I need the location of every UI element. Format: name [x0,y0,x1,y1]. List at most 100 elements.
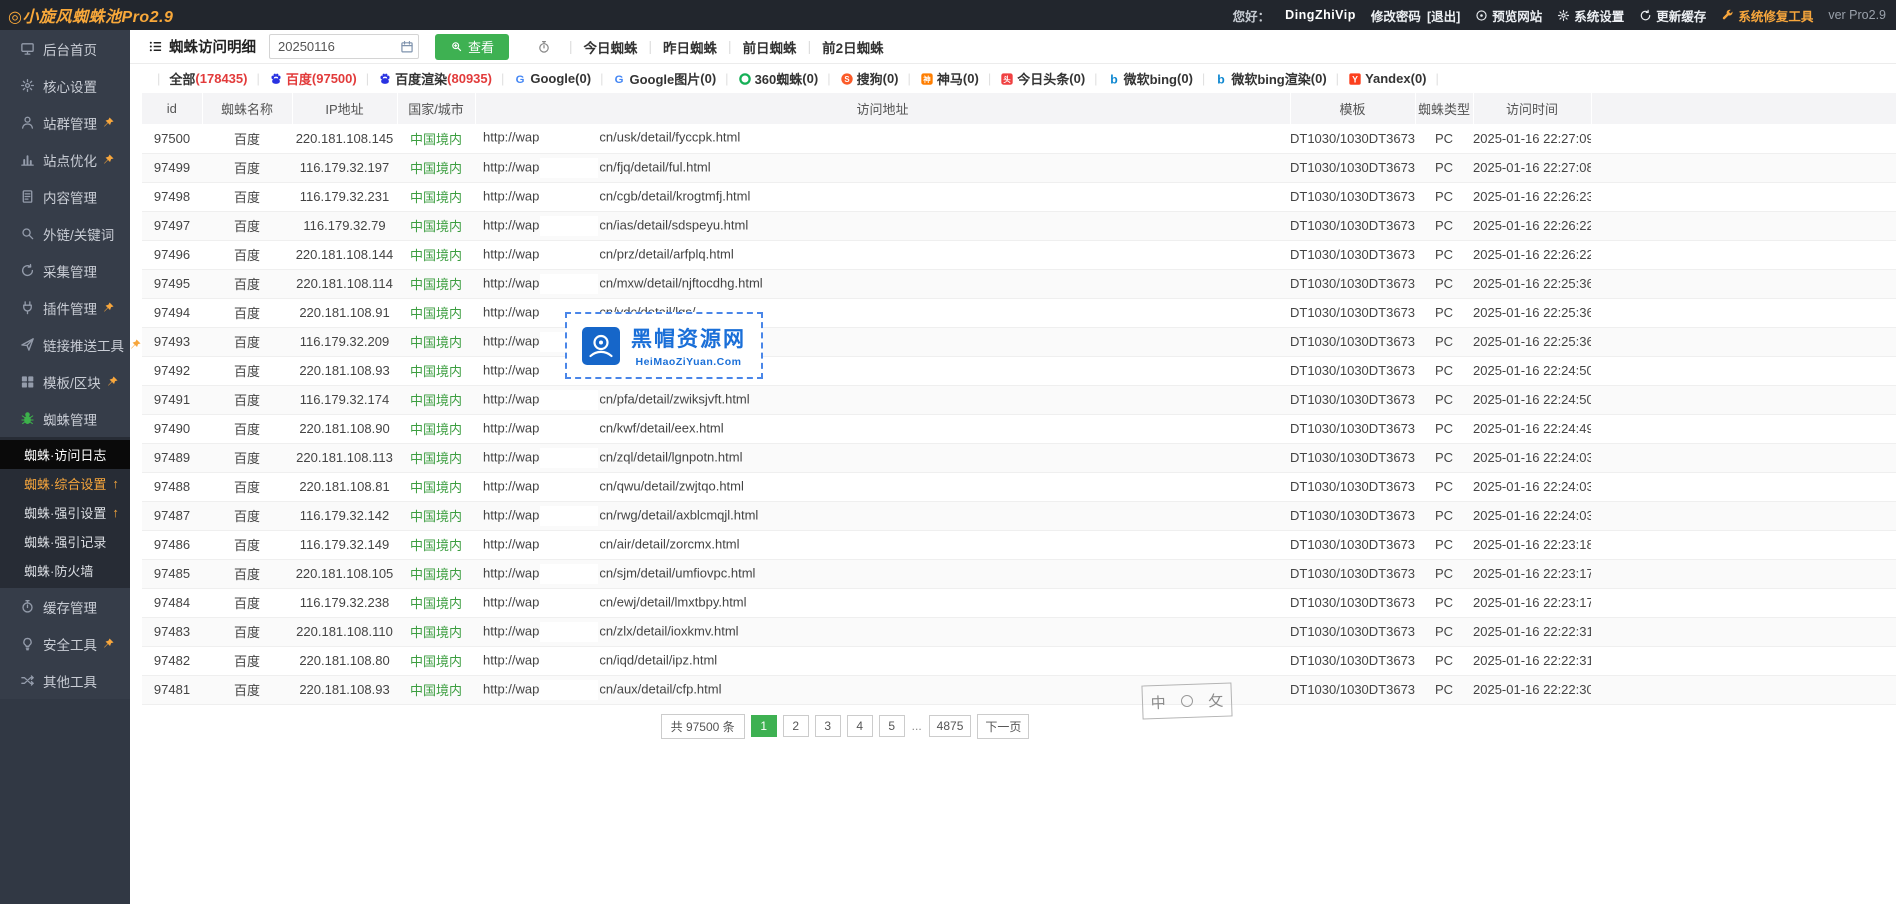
date-input[interactable] [269,34,419,59]
sidebar-item[interactable]: 外链/关键词 [0,215,130,252]
sidebar-item-label: 内容管理 [43,187,97,207]
sidebar-item[interactable]: 后台首页 [0,30,130,67]
filter-tab[interactable]: b 微软bing渲染 0 [1193,69,1327,88]
cell-filler [1591,617,1896,646]
toolbar: 蜘蛛访问明细 查看 今日蜘蛛 昨日蜘蛛 前日蜘蛛 前2日蜘蛛 [130,30,1896,64]
url-path: cn/qwu/detail/zwjtqo.html [599,478,744,493]
logout-link[interactable]: [退出] [1427,6,1460,25]
sidebar-item[interactable]: 模板/区块 [0,363,130,400]
cell-spider-type: PC [1415,530,1473,559]
page-button[interactable]: 2 [783,715,809,737]
refresh-icon [1639,9,1652,22]
list-icon [148,39,163,54]
sidebar-item[interactable]: 链接推送工具 [0,326,130,363]
url-prefix: http://wap [483,478,539,493]
sidebar-subitem[interactable]: 蜘蛛·访问日志 [0,440,130,469]
page-button[interactable]: 5 [879,715,905,737]
col-header-type: 蜘蛛类型 [1415,93,1473,124]
cell-visit-time: 2025-01-16 22:25:36 [1473,269,1591,298]
cell-template: DT1030/1030DT3673 [1290,153,1415,182]
sidebar-subitem[interactable]: 蜘蛛·综合设置 ↑ [0,469,130,498]
url-prefix: http://wap [483,304,539,319]
cell-id: 97489 [142,443,202,472]
svg-text:S: S [844,75,849,84]
cell-region: 中国境内 [397,588,475,617]
filter-tab[interactable]: 神 神马 0 [899,69,979,88]
svg-text:b: b [1218,72,1225,86]
sidebar-item[interactable]: 内容管理 [0,178,130,215]
filter-tab[interactable]: 百度渲染 80935 [357,69,492,88]
cell-spider-name: 百度 [202,240,292,269]
url-path: cn/kwf/detail/eex.html [599,420,723,435]
topbar-link-label: 预览网站 [1492,6,1542,25]
filter-count: 178435 [195,71,247,86]
filter-tab[interactable]: G Google 0 [492,71,591,86]
monitor-icon [20,41,35,56]
sidebar-item[interactable]: 蜘蛛管理 [0,400,130,437]
topbar-link[interactable]: 系统设置 [1557,6,1624,25]
filter-tab[interactable]: 360蜘蛛 0 [716,69,818,88]
cell-region: 中国境内 [397,646,475,675]
wrench-icon [1721,9,1734,22]
cell-region: 中国境内 [397,298,475,327]
table-row: 97484 百度 116.179.32.238 中国境内 http://wapc… [142,588,1896,617]
cell-visit-time: 2025-01-16 22:25:36 [1473,327,1591,356]
cell-id: 97493 [142,327,202,356]
filter-tab[interactable]: 头 今日头条 0 [979,69,1085,88]
topbar-link[interactable]: 预览网站 [1475,6,1542,25]
topbar-link[interactable]: 系统修复工具 [1721,6,1813,25]
table-row: 97497 百度 116.179.32.79 中国境内 http://wapcn… [142,211,1896,240]
cell-ip: 116.179.32.174 [292,385,397,414]
quick-link[interactable]: 前日蜘蛛 [717,37,797,57]
filter-tab[interactable]: S 搜狗 0 [818,69,898,88]
sidebar-item[interactable]: 缓存管理 [0,588,130,625]
sidebar-item[interactable]: 站群管理 [0,104,130,141]
next-page-button[interactable]: 下一页 [977,714,1029,739]
svg-text:G: G [615,73,624,85]
page-button[interactable]: 3 [815,715,841,737]
filter-count: 80935 [447,71,492,86]
preview-icon [1475,9,1488,22]
sidebar-subitem[interactable]: 蜘蛛·防火墙 [0,556,130,585]
filter-tab[interactable]: 全部 178435 [148,69,247,88]
cell-template: DT1030/1030DT3673 [1290,443,1415,472]
cell-visit-time: 2025-01-16 22:25:36 [1473,298,1591,327]
sidebar-item[interactable]: 插件管理 [0,289,130,326]
quick-link[interactable]: 今日蜘蛛 [558,37,638,57]
censored-domain-box [540,419,598,439]
filter-tab[interactable]: Y Yandex 0 [1327,71,1439,86]
spider-filter-bar: 全部 178435 百度 97500 百度渲染 80935 G Google 0… [130,64,1896,93]
quick-link[interactable]: 前2日蜘蛛 [797,37,884,57]
sidebar-item[interactable]: 核心设置 [0,67,130,104]
document-icon [20,189,35,204]
topbar-link[interactable]: 更新缓存 [1639,6,1706,25]
sidebar-subitem[interactable]: 蜘蛛·强引记录 [0,527,130,556]
cell-url: http://wapcn/ewj/detail/lmxtbpy.html [475,588,1290,617]
cell-id: 97499 [142,153,202,182]
view-button[interactable]: 查看 [435,34,509,60]
page-button[interactable]: 1 [751,715,777,737]
cell-template: DT1030/1030DT3673 [1290,356,1415,385]
cell-template: DT1030/1030DT3673 [1290,530,1415,559]
quick-link[interactable]: 昨日蜘蛛 [638,37,718,57]
sidebar-item[interactable]: 安全工具 [0,625,130,662]
cell-spider-name: 百度 [202,298,292,327]
sidebar-item[interactable]: 采集管理 [0,252,130,289]
cell-filler [1591,443,1896,472]
cell-visit-time: 2025-01-16 22:22:30 [1473,675,1591,704]
version-label: ver Pro2.9 [1828,8,1886,22]
sidebar-item-label: 外链/关键词 [43,224,114,244]
sidebar-subitem[interactable]: 蜘蛛·强引设置 ↑ [0,498,130,527]
filter-tab[interactable]: b 微软bing 0 [1085,69,1193,88]
col-header-id: id [142,93,202,124]
last-page-button[interactable]: 4875 [929,715,972,737]
filter-tab[interactable]: G Google图片 0 [591,69,716,88]
page-button[interactable]: 4 [847,715,873,737]
blocks-icon [20,374,35,389]
sidebar-item[interactable]: 其他工具 [0,662,130,699]
sidebar-item[interactable]: 站点优化 [0,141,130,178]
filter-tab[interactable]: 百度 97500 [247,69,356,88]
change-password-link[interactable]: 修改密码 [1371,6,1421,25]
url-path: cn/ias/detail/sdspeyu.html [599,217,748,232]
cell-id: 97481 [142,675,202,704]
